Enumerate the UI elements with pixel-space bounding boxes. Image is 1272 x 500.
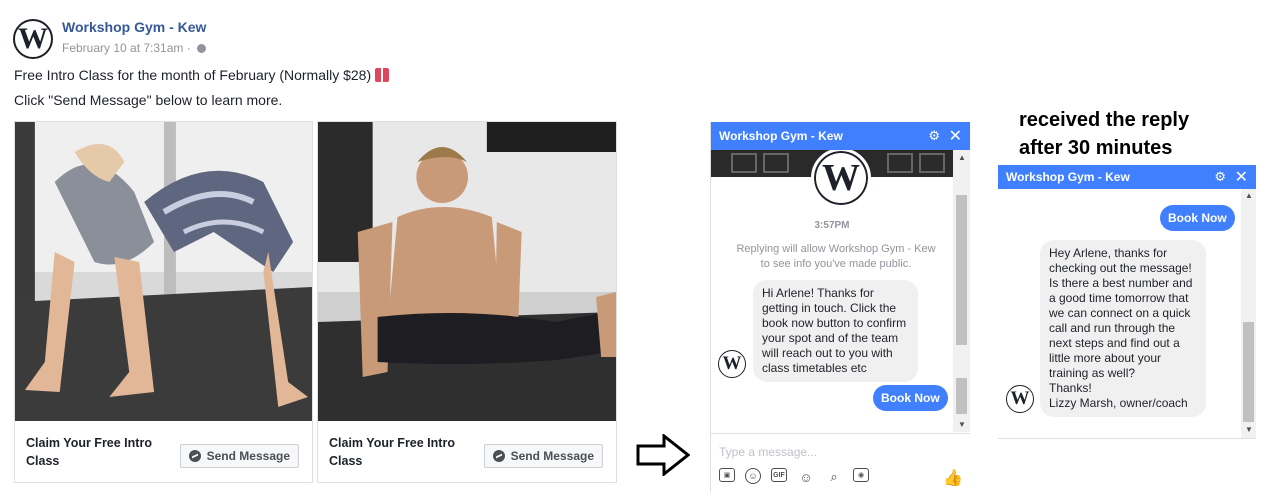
man-l-sit-photo[interactable]	[318, 122, 616, 421]
book-now-button[interactable]: Book Now	[873, 385, 948, 411]
send-message-label: Send Message	[510, 449, 594, 463]
chat-header[interactable]: Workshop Gym - Kew ⚙ ✕	[711, 122, 970, 150]
scroll-thumb[interactable]	[956, 378, 967, 414]
like-icon[interactable]: 👍	[943, 468, 963, 488]
scroll-thumb[interactable]	[1243, 322, 1254, 422]
scroll-thumb[interactable]	[956, 195, 967, 345]
page-avatar[interactable]: W	[13, 19, 53, 59]
post-text-line: Click "Send Message" below to learn more…	[14, 92, 283, 108]
card-title: Claim Your Free Intro Class	[26, 436, 152, 468]
scroll-up-icon[interactable]: ▲	[1245, 191, 1253, 200]
close-icon[interactable]: ✕	[949, 126, 962, 146]
scroll-down-icon[interactable]: ▼	[958, 420, 966, 429]
scroll-up-icon[interactable]: ▲	[958, 153, 966, 162]
send-message-label: Send Message	[206, 449, 290, 463]
globe-icon	[196, 43, 206, 53]
chat-timestamp: 3:57PM	[814, 220, 850, 231]
incoming-message: Hi Arlene! Thanks for getting in touch. …	[753, 280, 918, 382]
chat-title: Workshop Gym - Kew	[719, 129, 843, 143]
gear-icon[interactable]: ⚙	[1214, 169, 1226, 185]
privacy-note: Replying will allow Workshop Gym - Kew t…	[736, 243, 936, 270]
sender-avatar: W	[718, 350, 746, 378]
page-name-link[interactable]: Workshop Gym - Kew	[62, 19, 206, 35]
chat-scrollbar[interactable]: ▲ ▼	[953, 150, 970, 432]
gift-icon	[375, 68, 390, 82]
messenger-chat-window[interactable]: W Workshop Gym - Kew ⚙ ✕ 3:57PM Replying…	[710, 122, 970, 492]
camera-icon[interactable]: ◉	[853, 468, 869, 482]
messenger-chat-window[interactable]: Workshop Gym - Kew ⚙ ✕ Book Now Hey Arle…	[998, 165, 1256, 439]
attach-icon[interactable]: ⌕	[825, 468, 843, 486]
incoming-message: Hey Arlene, thanks for checking out the …	[1040, 240, 1206, 417]
chat-scrollbar[interactable]: ▲ ▼	[1241, 189, 1256, 438]
post-text: Free Intro Class for the month of Februa…	[14, 67, 372, 83]
gif-icon[interactable]: GIF	[771, 468, 787, 482]
card-title: Claim Your Free Intro Class	[329, 436, 455, 468]
message-input[interactable]: Type a message...	[719, 445, 817, 459]
post-text-line: Free Intro Class for the month of Februa…	[14, 67, 390, 83]
right-arrow-icon	[636, 434, 690, 476]
book-now-button[interactable]: Book Now	[1160, 205, 1235, 231]
carousel-card[interactable]: Claim Your Free Intro Class Send Message	[317, 121, 617, 483]
send-message-button[interactable]: Send Message	[179, 444, 299, 468]
caption-line: after 30 minutes	[1019, 137, 1173, 159]
emoji-icon[interactable]: ☺	[797, 468, 815, 486]
chat-title: Workshop Gym - Kew	[1006, 170, 1130, 184]
sender-avatar: W	[1006, 385, 1034, 413]
caption-line: received the reply	[1019, 109, 1190, 131]
woman-backbend-photo[interactable]	[15, 122, 312, 421]
scroll-down-icon[interactable]: ▼	[1245, 425, 1253, 434]
gear-icon[interactable]: ⚙	[928, 128, 940, 144]
post-meta: February 10 at 7:31am ·	[62, 41, 206, 55]
compose-area[interactable]: Type a message... ▣ ☺ GIF ☺ ⌕ ◉ 👍	[711, 433, 970, 492]
close-icon[interactable]: ✕	[1235, 167, 1248, 187]
photo-icon[interactable]: ▣	[719, 468, 735, 482]
annotation-caption: received the reply after 30 minutes	[1019, 106, 1189, 162]
chat-page-avatar: W	[811, 148, 871, 208]
carousel-card[interactable]: Claim Your Free Intro Class Send Message	[14, 121, 313, 483]
messenger-icon	[492, 450, 505, 462]
compose-toolbar: ▣ ☺ GIF ☺ ⌕ ◉	[719, 468, 869, 486]
sticker-icon[interactable]: ☺	[745, 468, 761, 484]
send-message-button[interactable]: Send Message	[483, 444, 603, 468]
messenger-icon	[188, 450, 201, 462]
post-timestamp[interactable]: February 10 at 7:31am ·	[62, 41, 191, 55]
chat-header[interactable]: Workshop Gym - Kew ⚙ ✕	[998, 165, 1256, 189]
